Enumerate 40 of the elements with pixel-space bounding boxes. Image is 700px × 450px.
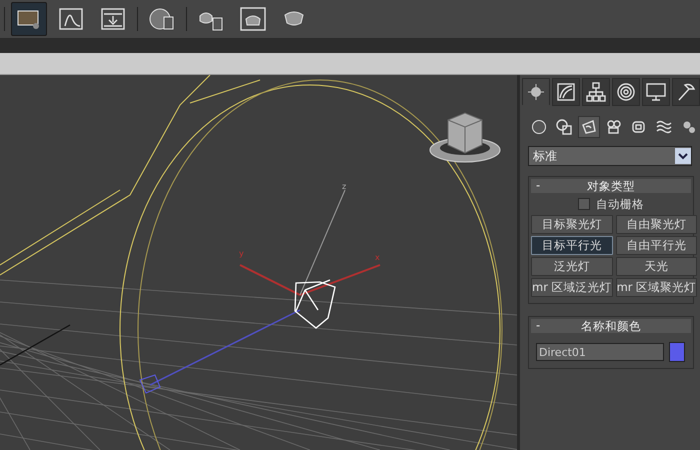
collapse-sign: - — [536, 178, 540, 192]
motion-icon — [616, 82, 636, 102]
rollout-header[interactable]: - 名称和颜色 — [531, 319, 691, 333]
axis-label: y — [239, 249, 244, 258]
category-dropdown[interactable]: 标准 — [528, 146, 692, 166]
scene-button[interactable] — [11, 2, 47, 36]
rollout-header[interactable]: - 对象类型 — [531, 179, 691, 193]
hierarchy-tab[interactable] — [582, 78, 610, 106]
axis-label: x — [375, 253, 380, 262]
collapse-sign: - — [536, 318, 540, 332]
viewport[interactable]: z y x — [0, 75, 520, 450]
light-type-button[interactable]: mr 区域聚光灯 — [616, 278, 698, 297]
hierarchy-icon — [586, 82, 606, 102]
modify-tab[interactable] — [552, 78, 580, 106]
create-tab[interactable] — [522, 78, 550, 105]
checkbox-label: 自动栅格 — [596, 196, 644, 212]
light-type-button[interactable]: 自由聚光灯 — [616, 215, 698, 234]
light-type-button[interactable]: 自由平行光 — [616, 236, 698, 255]
autogrid-checkbox[interactable] — [578, 198, 590, 210]
light-type-button[interactable]: 目标聚光灯 — [531, 215, 613, 234]
view-cube-drawing — [430, 112, 500, 162]
geometry-icon — [531, 119, 547, 135]
dropdown-caret-icon — [675, 148, 691, 164]
color-swatch[interactable] — [669, 342, 685, 362]
shapes-icon — [556, 119, 572, 135]
motion-tab[interactable] — [612, 78, 640, 106]
rollout-title: 对象类型 — [587, 178, 635, 194]
display-icon — [646, 82, 666, 102]
light-type-button[interactable]: 天光 — [616, 257, 698, 276]
name-input-field[interactable]: Direct01 — [536, 343, 664, 361]
curve-icon — [59, 8, 83, 30]
axis-label: z — [342, 182, 346, 191]
light-type-button[interactable]: mr 区域泛光灯 — [531, 278, 613, 297]
cameras-icon — [606, 119, 622, 135]
rollout-title: 名称和颜色 — [581, 318, 641, 334]
utilities-tab[interactable] — [672, 78, 700, 106]
light-type-button[interactable]: 目标平行光 — [531, 236, 613, 255]
display-tab[interactable] — [642, 78, 670, 106]
lights-category-button[interactable] — [578, 116, 600, 138]
light-type-button[interactable]: 泛光灯 — [531, 257, 613, 276]
